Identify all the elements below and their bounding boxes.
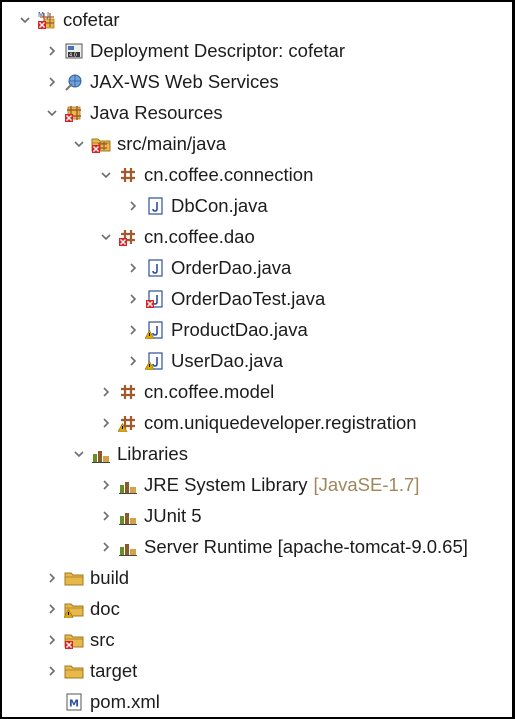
expand-chevron-icon[interactable] (41, 593, 63, 624)
tree-node-pkg-connection[interactable]: cn.coffee.connection (2, 159, 512, 190)
package-icon (117, 381, 139, 403)
tree-node-pkg-dao[interactable]: cn.coffee.dao (2, 221, 512, 252)
tree-node-label: Libraries (117, 443, 188, 464)
tree-node-label: src (90, 629, 115, 650)
tree-node-java-resources[interactable]: Java Resources (2, 97, 512, 128)
tree-node-label: src/main/java (117, 133, 226, 154)
expand-chevron-icon[interactable] (122, 252, 144, 283)
java-file-warning-icon (144, 350, 166, 372)
svg-text:M: M (38, 11, 44, 19)
library-icon (90, 443, 112, 465)
expand-chevron-icon[interactable] (95, 407, 117, 438)
svg-text:4.0: 4.0 (69, 52, 77, 58)
collapse-chevron-icon[interactable] (14, 4, 36, 35)
tree-node-productdao[interactable]: ProductDao.java (2, 314, 512, 345)
tree-node-build[interactable]: build (2, 562, 512, 593)
tree-node-jre[interactable]: JRE System Library [JavaSE-1.7] (2, 469, 512, 500)
tree-node-dbcon[interactable]: DbCon.java (2, 190, 512, 221)
expand-chevron-icon[interactable] (122, 345, 144, 376)
collapse-chevron-icon[interactable] (68, 128, 90, 159)
tree-node-decoration: [JavaSE-1.7] (313, 473, 420, 495)
tree-node-label: cofetar (63, 9, 120, 30)
tree-node-userdao[interactable]: UserDao.java (2, 345, 512, 376)
tree-node-jax-ws[interactable]: JAX-WS Web Services (2, 66, 512, 97)
java-file-icon (144, 195, 166, 217)
expand-chevron-icon[interactable] (122, 314, 144, 345)
expand-chevron-icon[interactable] (95, 469, 117, 500)
tree-node-label: UserDao.java (171, 350, 284, 371)
package-icon (117, 164, 139, 186)
java-file-icon (144, 257, 166, 279)
java-file-warning-icon (144, 319, 166, 341)
tree-node-label: JRE System Library (144, 474, 308, 495)
tree-node-label: cn.coffee.model (144, 381, 275, 402)
expand-chevron-icon[interactable] (41, 655, 63, 686)
folder-error-icon (63, 629, 85, 651)
tree-node-label: cn.coffee.connection (144, 164, 314, 185)
tree-node-label: build (90, 567, 130, 588)
library-icon (117, 505, 139, 527)
expand-chevron-icon[interactable] (95, 531, 117, 562)
expand-chevron-icon[interactable] (122, 190, 144, 221)
tree-node-junit[interactable]: JUnit 5 (2, 500, 512, 531)
library-icon (117, 474, 139, 496)
source-folder-error-icon (90, 133, 112, 155)
tree-node-label: cn.coffee.dao (144, 226, 255, 247)
tree-node-pom[interactable]: Mpom.xml (2, 686, 512, 717)
tree-node-label: OrderDaoTest.java (171, 288, 326, 309)
folder-icon (63, 660, 85, 682)
expand-chevron-icon[interactable] (41, 624, 63, 655)
folder-icon (63, 567, 85, 589)
tree-node-orderdao[interactable]: OrderDao.java (2, 252, 512, 283)
tree-node-label: pom.xml (90, 691, 160, 712)
deployment-descriptor-icon: 4.0 (63, 40, 85, 62)
tree-node-label: com.uniquedeveloper.registration (144, 412, 417, 433)
expand-chevron-icon[interactable] (95, 376, 117, 407)
folder-warning-icon (63, 598, 85, 620)
tree-node-label: OrderDao.java (171, 257, 292, 278)
tree-node-label: target (90, 660, 138, 681)
tree-node-label: Deployment Descriptor: cofetar (90, 40, 345, 61)
tree-node-cofetar[interactable]: M Jcofetar (2, 4, 512, 35)
expand-chevron-icon[interactable] (41, 66, 63, 97)
collapse-chevron-icon[interactable] (68, 438, 90, 469)
project-explorer-panel: M Jcofetar 4.0 Deployment Descriptor: cofet… (2, 2, 512, 717)
expand-chevron-icon[interactable] (41, 35, 63, 66)
tree-node-label: Java Resources (90, 102, 223, 123)
expand-chevron-icon[interactable] (95, 500, 117, 531)
package-error-icon (117, 226, 139, 248)
tree-node-src[interactable]: src (2, 624, 512, 655)
expand-chevron-icon[interactable] (122, 283, 144, 314)
collapse-chevron-icon[interactable] (95, 159, 117, 190)
expand-chevron-icon[interactable] (41, 562, 63, 593)
tree-node-label: JAX-WS Web Services (90, 71, 279, 92)
tree-node-label: DbCon.java (171, 195, 268, 216)
tree-node-src-main-java[interactable]: src/main/java (2, 128, 512, 159)
web-services-icon (63, 71, 85, 93)
tree-node-pkg-registration[interactable]: com.uniquedeveloper.registration (2, 407, 512, 438)
library-icon (117, 536, 139, 558)
collapse-chevron-icon[interactable] (95, 221, 117, 252)
tree-node-libraries[interactable]: Libraries (2, 438, 512, 469)
java-file-error-icon (144, 288, 166, 310)
tree-node-label: ProductDao.java (171, 319, 308, 340)
tree-node-label: Server Runtime [apache-tomcat-9.0.65] (144, 536, 468, 557)
tree-node-doc[interactable]: doc (2, 593, 512, 624)
svg-text:M: M (69, 698, 79, 709)
tree-node-pkg-model[interactable]: cn.coffee.model (2, 376, 512, 407)
tree-node-server-runtime[interactable]: Server Runtime [apache-tomcat-9.0.65] (2, 531, 512, 562)
svg-text:J: J (46, 11, 49, 19)
collapse-chevron-icon[interactable] (41, 97, 63, 128)
tree-node-label: doc (90, 598, 120, 619)
package-warning-icon (117, 412, 139, 434)
maven-pom-icon: M (63, 691, 85, 713)
java-resources-icon (63, 102, 85, 124)
tree-node-target[interactable]: target (2, 655, 512, 686)
tree-node-label: JUnit 5 (144, 505, 202, 526)
maven-project-icon: MJ (36, 9, 58, 31)
tree-node-orderdaotest[interactable]: OrderDaoTest.java (2, 283, 512, 314)
tree-node-deployment-descriptor[interactable]: 4.0 Deployment Descriptor: cofetar (2, 35, 512, 66)
